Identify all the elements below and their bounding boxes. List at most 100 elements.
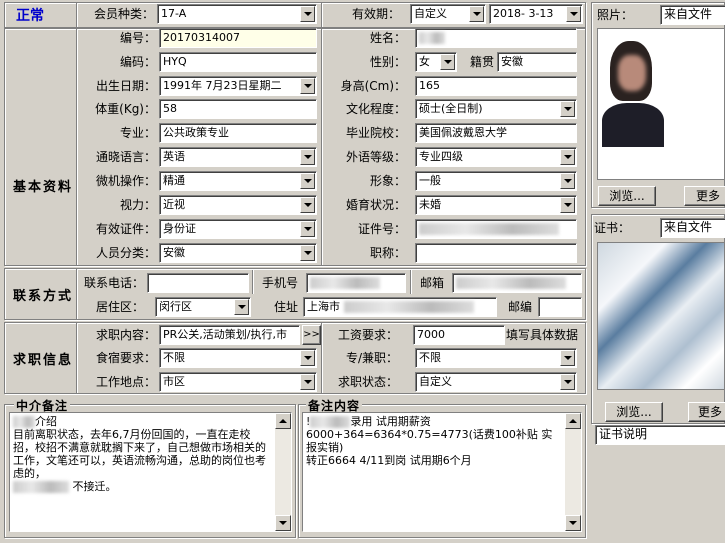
validity-value: 自定义 (414, 7, 447, 20)
section-title-contact: 联系方式 (13, 289, 74, 304)
photo-source-field[interactable]: 来自文件 (660, 5, 725, 25)
email-field[interactable] (452, 273, 582, 293)
chevron-down-icon[interactable] (440, 54, 455, 70)
language-label: 通晓语言： (95, 150, 156, 164)
parttime-select[interactable]: 不限 (415, 348, 577, 368)
chevron-down-icon[interactable] (300, 350, 315, 366)
id-field[interactable]: 20170314007 (159, 28, 317, 48)
code-label: 编码： (119, 55, 156, 69)
origin-label: 籍贯 (469, 55, 494, 69)
code-field[interactable]: HYQ (159, 52, 317, 72)
chevron-down-icon[interactable] (560, 101, 575, 117)
language-select[interactable]: 英语 (159, 147, 317, 167)
chevron-down-icon[interactable] (300, 197, 315, 213)
address-field[interactable]: 上海市 (303, 297, 497, 317)
name-field[interactable] (415, 28, 577, 48)
cert-more-button[interactable]: 更多 (688, 402, 725, 422)
board-select[interactable]: 不限 (159, 348, 317, 368)
remark-scrollbar[interactable] (565, 413, 581, 531)
divider (76, 3, 78, 27)
cert-description-field[interactable]: 证书说明 (595, 425, 725, 445)
chevron-down-icon[interactable] (560, 197, 575, 213)
title-field[interactable] (415, 243, 577, 263)
category-value: 安徽 (163, 246, 185, 259)
height-field[interactable]: 165 (415, 76, 577, 96)
job-status-label: 求职状态： (337, 375, 398, 389)
scroll-down-icon[interactable] (275, 515, 291, 531)
foreign-level-select[interactable]: 专业四级 (415, 147, 577, 167)
title-label: 职称： (369, 246, 406, 260)
cert-no-field[interactable] (415, 219, 577, 239)
remark-textarea[interactable]: ! 录用 试用期薪资 6000+364=6364*0.75=4773(话费100补… (302, 412, 582, 532)
school-field[interactable]: 美国佩波戴恩大学 (415, 123, 577, 143)
vision-label: 视力： (119, 198, 156, 212)
chevron-down-icon[interactable] (560, 374, 575, 390)
chevron-down-icon[interactable] (300, 149, 315, 165)
cert-image (597, 242, 725, 390)
language-value: 英语 (163, 150, 185, 163)
parttime-label: 专/兼职： (345, 351, 398, 365)
chevron-down-icon[interactable] (234, 299, 249, 315)
chevron-down-icon[interactable] (560, 149, 575, 165)
postcode-field[interactable] (538, 297, 582, 317)
salary-field[interactable]: 7000 (413, 325, 505, 345)
vision-select[interactable]: 近视 (159, 195, 317, 215)
validity-select[interactable]: 自定义 (410, 4, 486, 24)
birth-value: 1991年 7月23日星期二 (163, 79, 282, 92)
category-select[interactable]: 安徽 (159, 243, 317, 263)
agency-notes-scrollbar[interactable] (275, 413, 291, 531)
photo-browse-button[interactable]: 浏览... (598, 186, 656, 206)
job-content-field[interactable]: PR公关,活动策划/执行,市 (159, 325, 300, 345)
scroll-up-icon[interactable] (565, 413, 581, 429)
cert-value: 身份证 (163, 222, 196, 235)
agency-note-line: 目前离职状态，去年6,7月份回国的，一直在走校招，校招不满意就耽搁下来了，自己想… (13, 428, 266, 480)
district-value: 闵行区 (159, 300, 192, 313)
photo-more-button[interactable]: 更多 (684, 186, 725, 206)
location-value: 市区 (163, 375, 185, 388)
cert-label: 有效证件： (95, 222, 156, 236)
member-type-select[interactable]: 17-A (157, 4, 317, 24)
district-select[interactable]: 闵行区 (155, 297, 251, 317)
cert-source-field[interactable]: 来自文件 (660, 218, 725, 238)
job-content-more-button[interactable]: >> (302, 325, 321, 345)
birth-picker[interactable]: 1991年 7月23日星期二 (159, 76, 317, 96)
chevron-down-icon[interactable] (469, 6, 484, 22)
chevron-down-icon[interactable] (300, 245, 315, 261)
chevron-down-icon[interactable] (560, 350, 575, 366)
image-label: 形象： (369, 174, 406, 188)
cert-browse-button[interactable]: 浏览... (605, 402, 663, 422)
marital-select[interactable]: 未婚 (415, 195, 577, 215)
salary-label: 工资要求： (337, 328, 398, 342)
category-label: 人员分类： (95, 246, 156, 260)
divider (252, 270, 254, 294)
cert-no-label: 证件号： (357, 222, 406, 236)
gender-select[interactable]: 女 (415, 52, 457, 72)
chevron-down-icon[interactable] (300, 173, 315, 189)
phone-label: 联系电话： (83, 276, 144, 290)
phone-field[interactable] (147, 273, 249, 293)
school-label: 毕业院校： (345, 126, 406, 140)
board-label: 食宿要求： (95, 351, 156, 365)
scroll-down-icon[interactable] (565, 515, 581, 531)
mobile-field[interactable] (306, 273, 406, 293)
chevron-down-icon[interactable] (300, 6, 315, 22)
chevron-down-icon[interactable] (566, 6, 581, 22)
chevron-down-icon[interactable] (560, 173, 575, 189)
agency-notes-textarea[interactable]: 介绍 目前离职状态，去年6,7月份回国的，一直在走校招，校招不满意就耽搁下来了，… (9, 412, 292, 532)
weight-field[interactable]: 58 (159, 99, 317, 119)
chevron-down-icon[interactable] (300, 374, 315, 390)
job-status-select[interactable]: 自定义 (415, 372, 577, 392)
origin-field[interactable]: 安徽 (497, 52, 577, 72)
computer-select[interactable]: 精通 (159, 171, 317, 191)
date-picker[interactable]: 2018- 3-13 (489, 4, 583, 24)
education-select[interactable]: 硕士(全日制) (415, 99, 577, 119)
scroll-up-icon[interactable] (275, 413, 291, 429)
major-label: 专业： (119, 126, 156, 140)
image-select[interactable]: 一般 (415, 171, 577, 191)
education-value: 硕士(全日制) (419, 102, 483, 115)
chevron-down-icon[interactable] (300, 78, 315, 94)
cert-select[interactable]: 身份证 (159, 219, 317, 239)
major-field[interactable]: 公共政策专业 (159, 123, 317, 143)
location-select[interactable]: 市区 (159, 372, 317, 392)
chevron-down-icon[interactable] (300, 221, 315, 237)
